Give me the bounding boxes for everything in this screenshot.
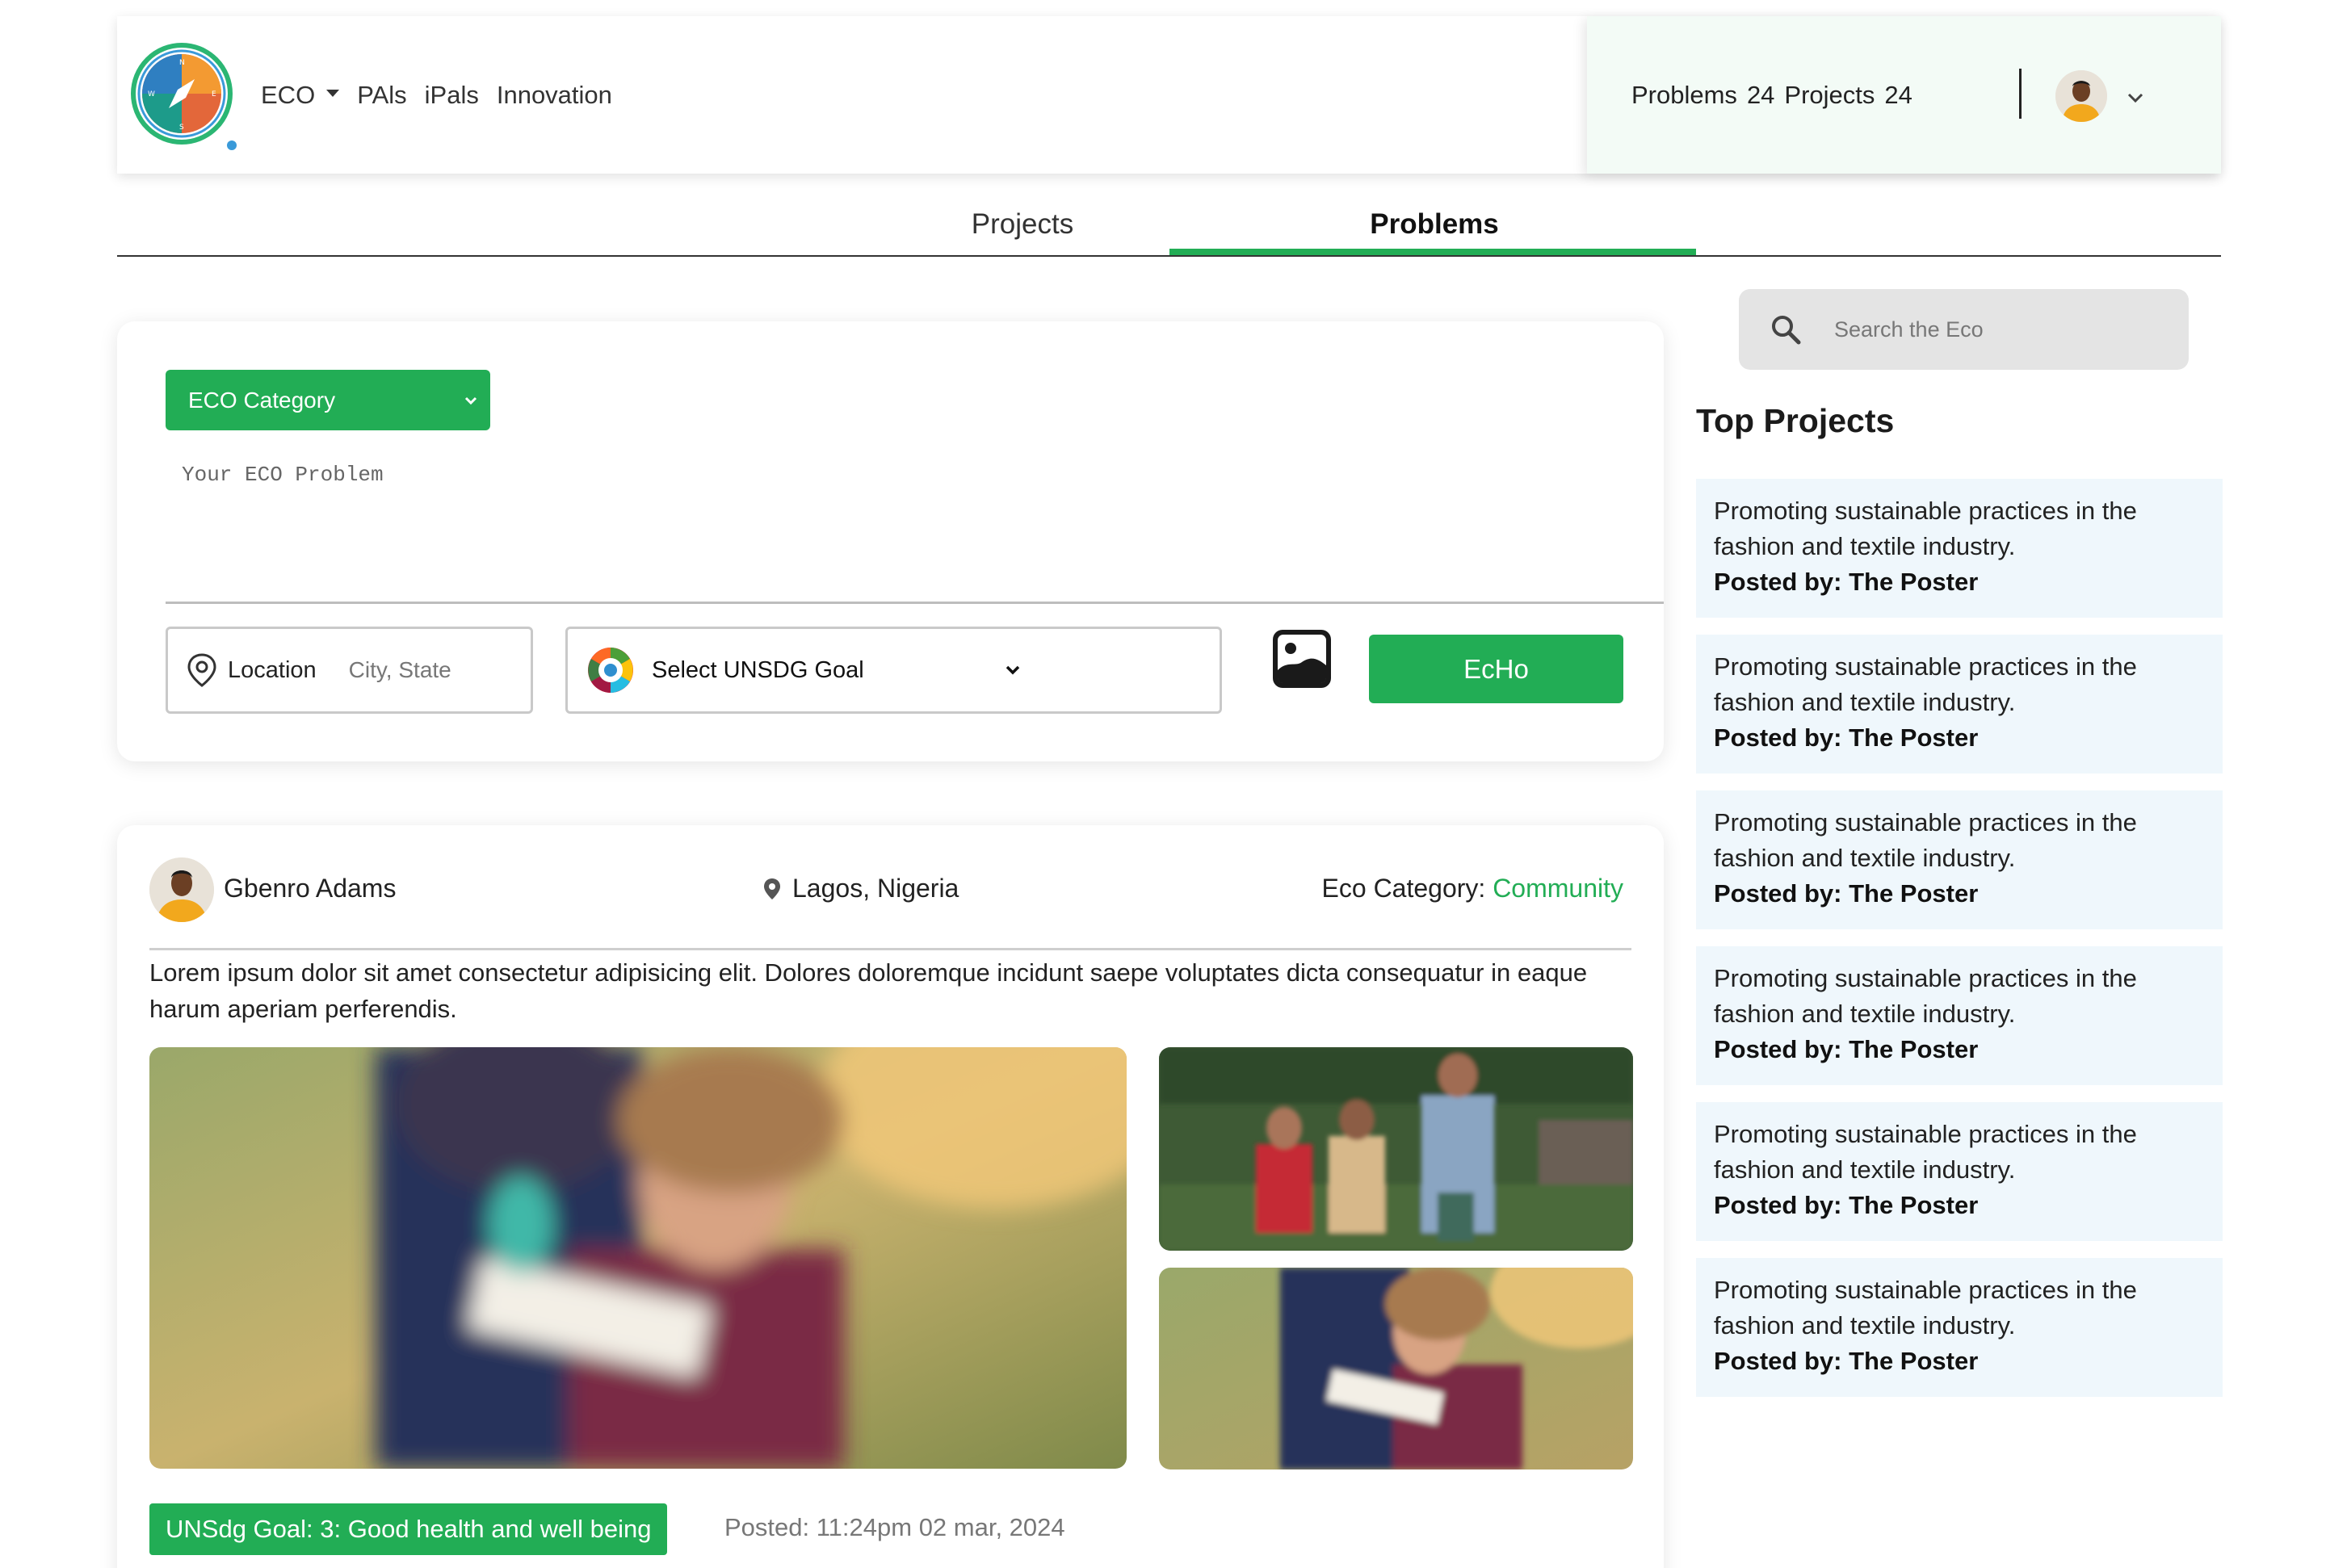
user-avatar[interactable]	[2055, 70, 2107, 122]
location-pin-icon	[187, 653, 216, 687]
tab-problems[interactable]: Problems	[1171, 192, 1698, 257]
post-timestamp: Posted: 11:24pm 02 mar, 2024	[724, 1513, 1065, 1541]
list-item[interactable]: Promoting sustainable practices in the f…	[1696, 790, 2223, 929]
svg-text:S: S	[179, 124, 184, 132]
list-item[interactable]: Promoting sustainable practices in the f…	[1696, 1102, 2223, 1241]
caret-down-icon	[326, 90, 340, 97]
active-tab-indicator	[1169, 249, 1696, 255]
list-item[interactable]: Promoting sustainable practices in the f…	[1696, 479, 2223, 618]
project-text: Promoting sustainable practices in the f…	[1714, 808, 2137, 872]
chevron-down-icon[interactable]	[2127, 89, 2144, 107]
problems-stat-label: Problems	[1631, 80, 1737, 109]
unsdg-goal-select-label: Select UNSDG Goal	[652, 656, 864, 683]
project-poster: Posted by: The Poster	[1714, 1035, 1979, 1063]
svg-text:W: W	[148, 90, 155, 99]
top-navbar: N E S W ECO PAls iPals Innovation Proble…	[117, 16, 2221, 174]
eco-category-select[interactable]: ECO Category	[166, 370, 490, 430]
stats-summary: Problems 24 Projects 24	[1631, 16, 1912, 174]
search-bar[interactable]	[1739, 289, 2189, 370]
problem-composer: ECO Category Location S	[117, 321, 1664, 761]
nav-item-eco[interactable]: ECO	[261, 80, 340, 110]
nav-item-pals[interactable]: PAls	[357, 81, 406, 110]
eco-category-select-label: ECO Category	[188, 387, 336, 413]
svg-text:E: E	[212, 90, 216, 99]
problem-post-card: Gbenro Adams Lagos, Nigeria Eco Category…	[117, 825, 1664, 1568]
top-projects-list: Promoting sustainable practices in the f…	[1696, 479, 2223, 1414]
tab-bar: Projects Problems	[117, 192, 2221, 257]
top-projects-heading: Top Projects	[1696, 402, 1895, 439]
post-category-value[interactable]: Community	[1493, 874, 1623, 903]
city-state-input[interactable]	[348, 657, 510, 683]
post-photo-2[interactable]	[1159, 1047, 1633, 1251]
post-author-name[interactable]: Gbenro Adams	[224, 874, 396, 903]
nav-item-label: Innovation	[496, 80, 612, 109]
author-photo-icon	[149, 857, 214, 922]
list-item[interactable]: Promoting sustainable practices in the f…	[1696, 635, 2223, 774]
user-photo-icon	[2055, 70, 2107, 122]
nav-item-label: iPals	[424, 80, 479, 109]
location-pin-icon	[764, 878, 780, 899]
post-header: Gbenro Adams Lagos, Nigeria Eco Category…	[149, 857, 1631, 950]
eco-problem-input[interactable]	[166, 455, 1664, 604]
svg-text:N: N	[179, 59, 185, 67]
location-field[interactable]: Location	[166, 627, 533, 714]
project-poster: Posted by: The Poster	[1714, 568, 1979, 596]
projects-stat-label: Projects	[1784, 80, 1875, 109]
vertical-divider	[2019, 69, 2022, 119]
echo-submit-button[interactable]: EcHo	[1369, 635, 1623, 703]
main-nav: ECO PAls iPals Innovation	[261, 16, 612, 174]
projects-stat-count: 24	[1884, 80, 1912, 109]
nav-item-label: ECO	[261, 80, 316, 109]
post-location-text: Lagos, Nigeria	[792, 874, 959, 903]
project-poster: Posted by: The Poster	[1714, 1191, 1979, 1219]
image-upload-icon[interactable]	[1270, 627, 1334, 691]
unsdg-goal-badge[interactable]: UNSdg Goal: 3: Good health and well bein…	[149, 1503, 668, 1555]
compass-logo-icon[interactable]: N E S W	[128, 40, 241, 153]
project-text: Promoting sustainable practices in the f…	[1714, 652, 2137, 716]
stats-panel: Problems 24 Projects 24	[1587, 16, 2221, 174]
project-text: Promoting sustainable practices in the f…	[1714, 1276, 2137, 1340]
project-poster: Posted by: The Poster	[1714, 723, 1979, 752]
project-text: Promoting sustainable practices in the f…	[1714, 497, 2137, 560]
search-icon	[1772, 316, 1801, 345]
author-avatar[interactable]	[149, 857, 214, 922]
post-category-label: Eco Category:	[1321, 874, 1486, 903]
post-location: Lagos, Nigeria	[763, 874, 959, 903]
location-label: Location	[228, 656, 317, 683]
project-poster: Posted by: The Poster	[1714, 879, 1979, 908]
unsdg-goal-select[interactable]: Select UNSDG Goal	[565, 627, 1222, 714]
post-body-text: Lorem ipsum dolor sit amet consectetur a…	[149, 958, 1588, 1023]
post-main-photo[interactable]	[149, 1047, 1127, 1469]
post-photo-3[interactable]	[1159, 1268, 1633, 1469]
nav-item-innovation[interactable]: Innovation	[497, 81, 612, 110]
search-input[interactable]	[1834, 309, 2157, 350]
nav-item-ipals[interactable]: iPals	[425, 81, 479, 110]
chevron-down-icon	[1006, 665, 1020, 675]
problems-stat-count: 24	[1746, 80, 1775, 109]
project-text: Promoting sustainable practices in the f…	[1714, 964, 2137, 1028]
project-text: Promoting sustainable practices in the f…	[1714, 1120, 2137, 1184]
post-category: Eco Category: Community	[1322, 874, 1623, 903]
list-item[interactable]: Promoting sustainable practices in the f…	[1696, 1258, 2223, 1397]
chevron-down-icon	[464, 396, 477, 405]
project-poster: Posted by: The Poster	[1714, 1347, 1979, 1375]
nav-item-label: PAls	[357, 80, 407, 109]
list-item[interactable]: Promoting sustainable practices in the f…	[1696, 946, 2223, 1085]
sdg-wheel-icon	[588, 648, 633, 693]
